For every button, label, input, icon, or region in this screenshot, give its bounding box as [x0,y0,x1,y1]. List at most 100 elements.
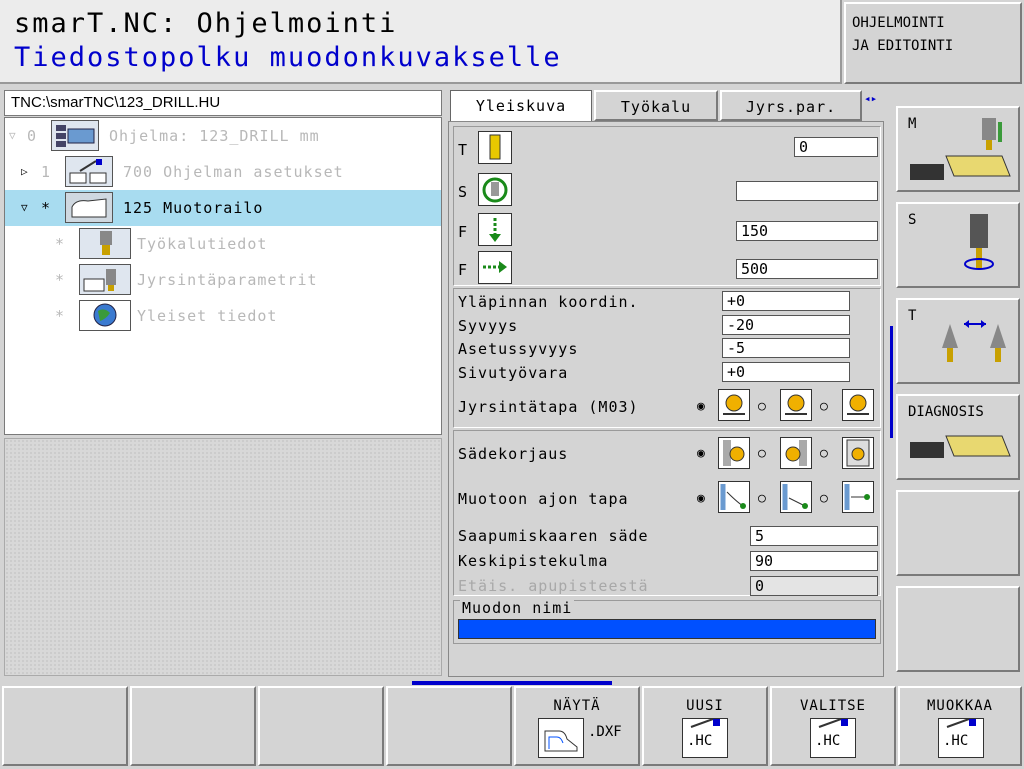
select-file-icon: .HC [810,718,856,758]
milling-params-icon [79,264,131,295]
arc-radius-label: Saapumiskaaren säde [458,527,649,545]
tab-tool[interactable]: Työkalu [594,90,718,121]
globe-icon [79,300,131,331]
depth-label: Syvyys [458,317,519,335]
tree-item-label: 125 Muotorailo [123,199,264,217]
tree-item-label: Yleiset tiedot [137,307,278,325]
center-angle-label: Keskipistekulma [458,552,609,570]
dxf-extension: .DXF [588,724,622,740]
plunge-feed-icon [478,213,512,246]
spindle-speed-icon [478,173,512,206]
radius-right-icon[interactable] [780,437,812,469]
auto-milling-radio[interactable]: ○ [820,399,828,414]
page-subtitle: Tiedostopolku muodonkuvakselle [14,42,562,73]
auto-milling-icon[interactable] [842,389,874,421]
tab-overview[interactable]: Yleiskuva [450,90,592,123]
radius-right-radio[interactable]: ○ [758,446,766,461]
approach-perpendicular-icon[interactable] [842,481,874,513]
expand-arrow-icon[interactable]: ▷ [21,165,28,178]
form-panel: T 0 S F 150 F 500 Yläpinnan koordin. +0 … [448,121,884,677]
dxf-file-icon [538,718,584,758]
spindle-speed-field[interactable] [736,181,878,201]
tree-item-settings[interactable]: ▷ 1 700 Ohjelman asetukset [5,154,441,190]
mode-label-line1: OHJELMOINTI [852,15,945,31]
show-dxf-button[interactable]: NÄYTÄ .DXF [514,686,640,766]
arc-radius-field[interactable]: 5 [750,526,878,546]
title-bar: smarT.NC: Ohjelmointi Tiedostopolku muod… [0,0,842,84]
softkey-s[interactable]: S [896,202,1020,288]
radius-left-radio[interactable]: ◉ [697,446,705,461]
tool-change-icon [942,320,1006,362]
surface-label: Yläpinnan koordin. [458,293,639,311]
tree-item-label: Työkalutiedot [137,235,268,253]
app-title: smarT.NC: Ohjelmointi [14,8,398,39]
spindle-s-icon [964,214,994,270]
climb-milling-icon[interactable] [718,389,750,421]
select-hc-button[interactable]: VALITSE .HC [770,686,896,766]
tool-data-icon [79,228,131,259]
softkey-empty-5[interactable] [896,490,1020,576]
depth-group: Yläpinnan koordin. +0 Syvyys -20 Asetuss… [453,288,881,428]
contour-name-field[interactable] [458,619,876,639]
softkey-bottom-3[interactable] [258,686,384,766]
machine-m-icon [910,118,1011,180]
plunge-feed-field[interactable]: 150 [736,221,878,241]
approach-perp-radio[interactable]: ○ [820,491,828,506]
softkey-m[interactable]: M [896,106,1020,192]
tool-icon [478,131,512,164]
mode-indicator: OHJELMOINTI JA EDITOINTI [844,2,1022,84]
softkey-bottom-2[interactable] [130,686,256,766]
approach-label: Muotoon ajon tapa [458,490,629,508]
climb-radio[interactable]: ◉ [697,399,705,414]
preview-area [4,438,442,676]
tree-item-tool-data[interactable]: * Työkalutiedot [5,226,441,262]
milling-mode-label: Jyrsintätapa (M03) [458,398,639,416]
new-file-icon: .HC [682,718,728,758]
softkey-diagnosis[interactable]: DIAGNOSIS [896,394,1020,480]
tab-milling-params[interactable]: Jyrs.par. [720,90,862,121]
approach-line-icon[interactable] [780,481,812,513]
collapse-arrow-icon[interactable]: ▽ [21,201,28,214]
tool-group: T 0 S F 150 F 500 [453,126,881,286]
radius-none-radio[interactable]: ○ [820,446,828,461]
approach-arc-icon[interactable] [718,481,750,513]
approach-group: Sädekorjaus ◉ ○ ○ Muotoon ajon tapa ◉ ○ … [453,430,881,596]
tree-item-general[interactable]: * Yleiset tiedot [5,298,441,334]
tool-number-field[interactable]: 0 [794,137,878,157]
setdepth-field[interactable]: -5 [722,338,850,358]
tree-item-label: Jyrsintäparametrit [137,271,318,289]
softkey-row-indicator [412,681,612,685]
radius-left-icon[interactable] [718,437,750,469]
tree-item-program[interactable]: ▽ 0 Ohjelma: 123_DRILL mm [5,118,441,154]
new-hc-button[interactable]: UUSI .HC [642,686,768,766]
aux-distance-field: 0 [750,576,878,596]
milling-feed-field[interactable]: 500 [736,259,878,279]
softkey-empty-6[interactable] [896,586,1020,672]
depth-field[interactable]: -20 [722,315,850,335]
scroll-indicator [890,326,893,438]
tree-item-milling-params[interactable]: * Jyrsintäparametrit [5,262,441,298]
radius-none-icon[interactable] [842,437,874,469]
file-path: TNC:\smarTNC\123_DRILL.HU [4,90,442,116]
program-icon [51,120,99,151]
tree-item-label: 700 Ohjelman asetukset [123,163,344,181]
conventional-radio[interactable]: ○ [758,399,766,414]
approach-line-radio[interactable]: ○ [758,491,766,506]
approach-arc-radio[interactable]: ◉ [697,491,705,506]
softkey-t[interactable]: T [896,298,1020,384]
setdepth-label: Asetussyvyys [458,340,579,358]
side-allowance-field[interactable]: +0 [722,362,850,382]
conventional-milling-icon[interactable] [780,389,812,421]
collapse-arrow-icon[interactable]: ▽ [9,129,16,142]
diagnosis-machine-icon [910,435,1011,458]
edit-file-icon: .HC [938,718,984,758]
aux-distance-label: Etäis. apupisteestä [458,577,649,595]
edit-hc-button[interactable]: MUOKKAA .HC [898,686,1022,766]
milling-feed-icon [478,251,512,284]
softkey-bottom-4[interactable] [386,686,512,766]
softkey-bottom-1[interactable] [2,686,128,766]
center-angle-field[interactable]: 90 [750,551,878,571]
surface-field[interactable]: +0 [722,291,850,311]
tab-scroll-icon[interactable]: ◂▸ [864,92,877,105]
tree-item-contour-selected[interactable]: ▽ * 125 Muotorailo [5,190,441,226]
